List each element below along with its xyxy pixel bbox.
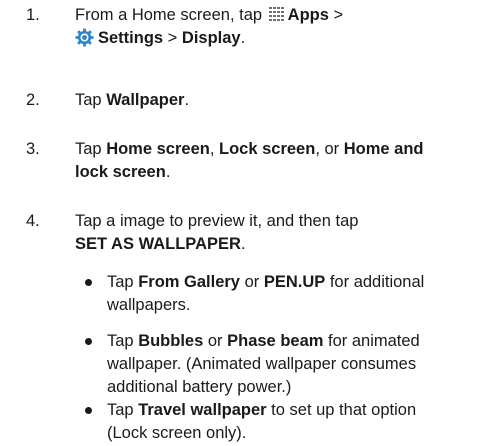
step-text-part: Tap bbox=[75, 140, 107, 158]
punctuation: . bbox=[184, 91, 190, 109]
from-gallery-label: From Gallery bbox=[138, 273, 240, 291]
bullet-text-part: additional battery power.) bbox=[107, 378, 292, 396]
apps-label: Apps bbox=[287, 6, 329, 24]
bullet-text-part: wallpapers. bbox=[107, 296, 191, 314]
bullet-text-part: Tap bbox=[107, 332, 139, 350]
punctuation: . bbox=[240, 29, 246, 47]
bullet-text-part: wallpaper. (Animated wallpaper consumes bbox=[107, 355, 417, 373]
bullet-text-part: Tap bbox=[107, 401, 139, 419]
bullet-text-part: for animated bbox=[323, 332, 420, 350]
bullet-text: Tap Travel wallpaper to set up that opti… bbox=[107, 399, 482, 445]
step-text: Tap a image to preview it, and then tap … bbox=[75, 210, 475, 256]
bubbles-label: Bubbles bbox=[138, 332, 204, 350]
separator: > bbox=[328, 6, 344, 24]
step-number: 2. bbox=[26, 91, 40, 109]
step-text: From a Home screen, tap Apps > Settings … bbox=[75, 4, 475, 50]
step-text-part: From a Home screen, tap bbox=[75, 6, 267, 24]
bullet-dot-icon bbox=[85, 279, 92, 286]
step-text: Tap Wallpaper. bbox=[75, 89, 475, 112]
penup-label: PEN.UP bbox=[263, 273, 326, 291]
step-number: 1. bbox=[26, 6, 40, 24]
step-text-part: Tap bbox=[75, 91, 107, 109]
display-label: Display bbox=[181, 29, 241, 47]
punctuation: . bbox=[165, 163, 171, 181]
wallpaper-label: Wallpaper bbox=[106, 91, 185, 109]
separator: or bbox=[239, 273, 264, 291]
home-and-lock-label-cont: lock screen bbox=[75, 163, 166, 181]
step-text-part: Tap a image to preview it, and then tap bbox=[75, 212, 359, 230]
separator: , bbox=[209, 140, 219, 158]
bullet-text-part: to set up that option bbox=[266, 401, 417, 419]
bullet-dot-icon bbox=[85, 407, 92, 414]
phase-beam-label: Phase beam bbox=[227, 332, 324, 350]
step-number: 4. bbox=[26, 212, 40, 230]
bullet-text: Tap From Gallery or PEN.UP for additiona… bbox=[107, 271, 482, 317]
instruction-document: 1. From a Home screen, tap Apps > Settin… bbox=[0, 0, 489, 446]
separator: or bbox=[203, 332, 228, 350]
separator: , or bbox=[315, 140, 344, 158]
bullet-text-part: Tap bbox=[107, 273, 139, 291]
step-number: 3. bbox=[26, 140, 40, 158]
separator: > bbox=[163, 29, 182, 47]
lock-screen-label: Lock screen bbox=[219, 140, 316, 158]
settings-gear-icon bbox=[75, 28, 94, 47]
bullet-text: Tap Bubbles or Phase beam for animated w… bbox=[107, 330, 482, 399]
travel-wallpaper-label: Travel wallpaper bbox=[138, 401, 267, 419]
punctuation: . bbox=[240, 235, 246, 253]
apps-grid-icon bbox=[268, 6, 285, 22]
set-as-wallpaper-label: SET AS WALLPAPER bbox=[75, 235, 241, 253]
bullet-text-part: for additional bbox=[325, 273, 425, 291]
settings-label: Settings bbox=[98, 29, 164, 47]
step-text: Tap Home screen, Lock screen, or Home an… bbox=[75, 138, 475, 184]
home-screen-label: Home screen bbox=[106, 140, 210, 158]
bullet-dot-icon bbox=[85, 338, 92, 345]
bullet-text-part: (Lock screen only). bbox=[107, 424, 247, 442]
home-and-lock-label: Home and bbox=[343, 140, 424, 158]
